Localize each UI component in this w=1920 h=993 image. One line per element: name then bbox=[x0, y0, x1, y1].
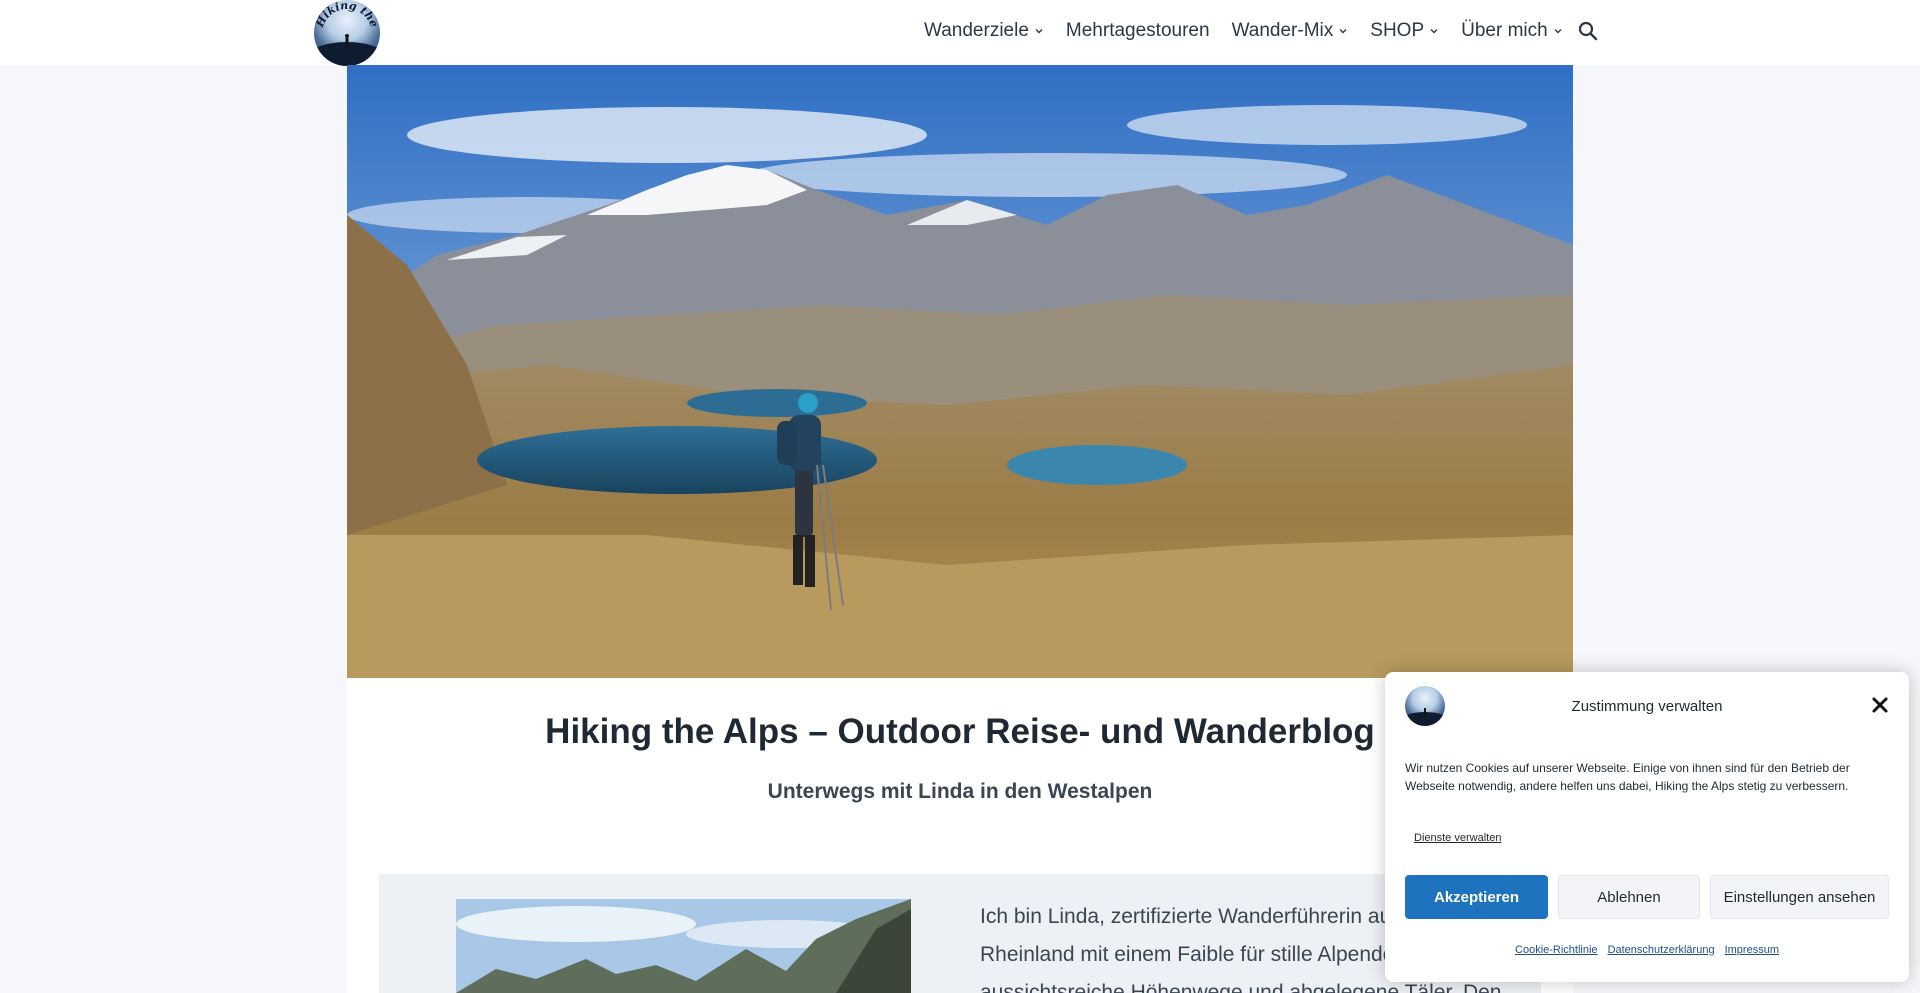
cookie-links: Cookie-Richtlinie Datenschutzerklärung I… bbox=[1385, 944, 1909, 956]
imprint-link[interactable]: Impressum bbox=[1725, 944, 1779, 956]
nav-label: Wanderziele bbox=[924, 20, 1029, 41]
privacy-link[interactable]: Datenschutzerklärung bbox=[1608, 944, 1715, 956]
nav-item-wanderziele[interactable]: Wanderziele bbox=[924, 20, 1044, 42]
nav-label: Wander-Mix bbox=[1231, 20, 1334, 41]
intro-image bbox=[456, 899, 911, 993]
chevron-down-icon bbox=[1035, 29, 1043, 34]
cookie-policy-link[interactable]: Cookie-Richtlinie bbox=[1515, 944, 1598, 956]
chevron-down-icon bbox=[1339, 29, 1347, 34]
site-header: Hiking the Alps Wanderziele Mehrtagestou… bbox=[0, 0, 1920, 66]
nav-label: SHOP bbox=[1370, 20, 1425, 41]
cookie-consent-dialog: Zustimmung verwalten Wir nutzen Cookies … bbox=[1385, 672, 1909, 982]
search-icon[interactable] bbox=[1578, 21, 1598, 41]
nav-label: Mehrtagestouren bbox=[1065, 20, 1210, 41]
view-settings-button[interactable]: Einstellungen ansehen bbox=[1710, 875, 1889, 919]
nav-item-wander-mix[interactable]: Wander-Mix bbox=[1232, 20, 1349, 42]
close-icon[interactable] bbox=[1871, 696, 1889, 714]
chevron-down-icon bbox=[1430, 29, 1438, 34]
cookie-title: Zustimmung verwalten bbox=[1571, 698, 1723, 715]
accept-button[interactable]: Akzeptieren bbox=[1405, 875, 1548, 919]
nav-item-shop[interactable]: SHOP bbox=[1370, 20, 1439, 42]
deny-button[interactable]: Ablehnen bbox=[1558, 875, 1700, 919]
hero-image bbox=[347, 65, 1573, 678]
main-navigation: Wanderziele Mehrtagestouren Wander-Mix S… bbox=[924, 20, 1585, 42]
nav-item-mehrtagestouren[interactable]: Mehrtagestouren bbox=[1066, 20, 1210, 42]
chevron-down-icon bbox=[1554, 29, 1562, 34]
site-logo[interactable]: Hiking the Alps bbox=[314, 0, 380, 66]
nav-item-ueber-mich[interactable]: Über mich bbox=[1461, 20, 1563, 42]
manage-services-link[interactable]: Dienste verwalten bbox=[1414, 832, 1501, 844]
svg-text:Hiking the Alps: Hiking the Alps bbox=[314, 0, 380, 32]
nav-label: Über mich bbox=[1461, 20, 1548, 41]
cookie-message: Wir nutzen Cookies auf unserer Webseite.… bbox=[1405, 761, 1850, 793]
